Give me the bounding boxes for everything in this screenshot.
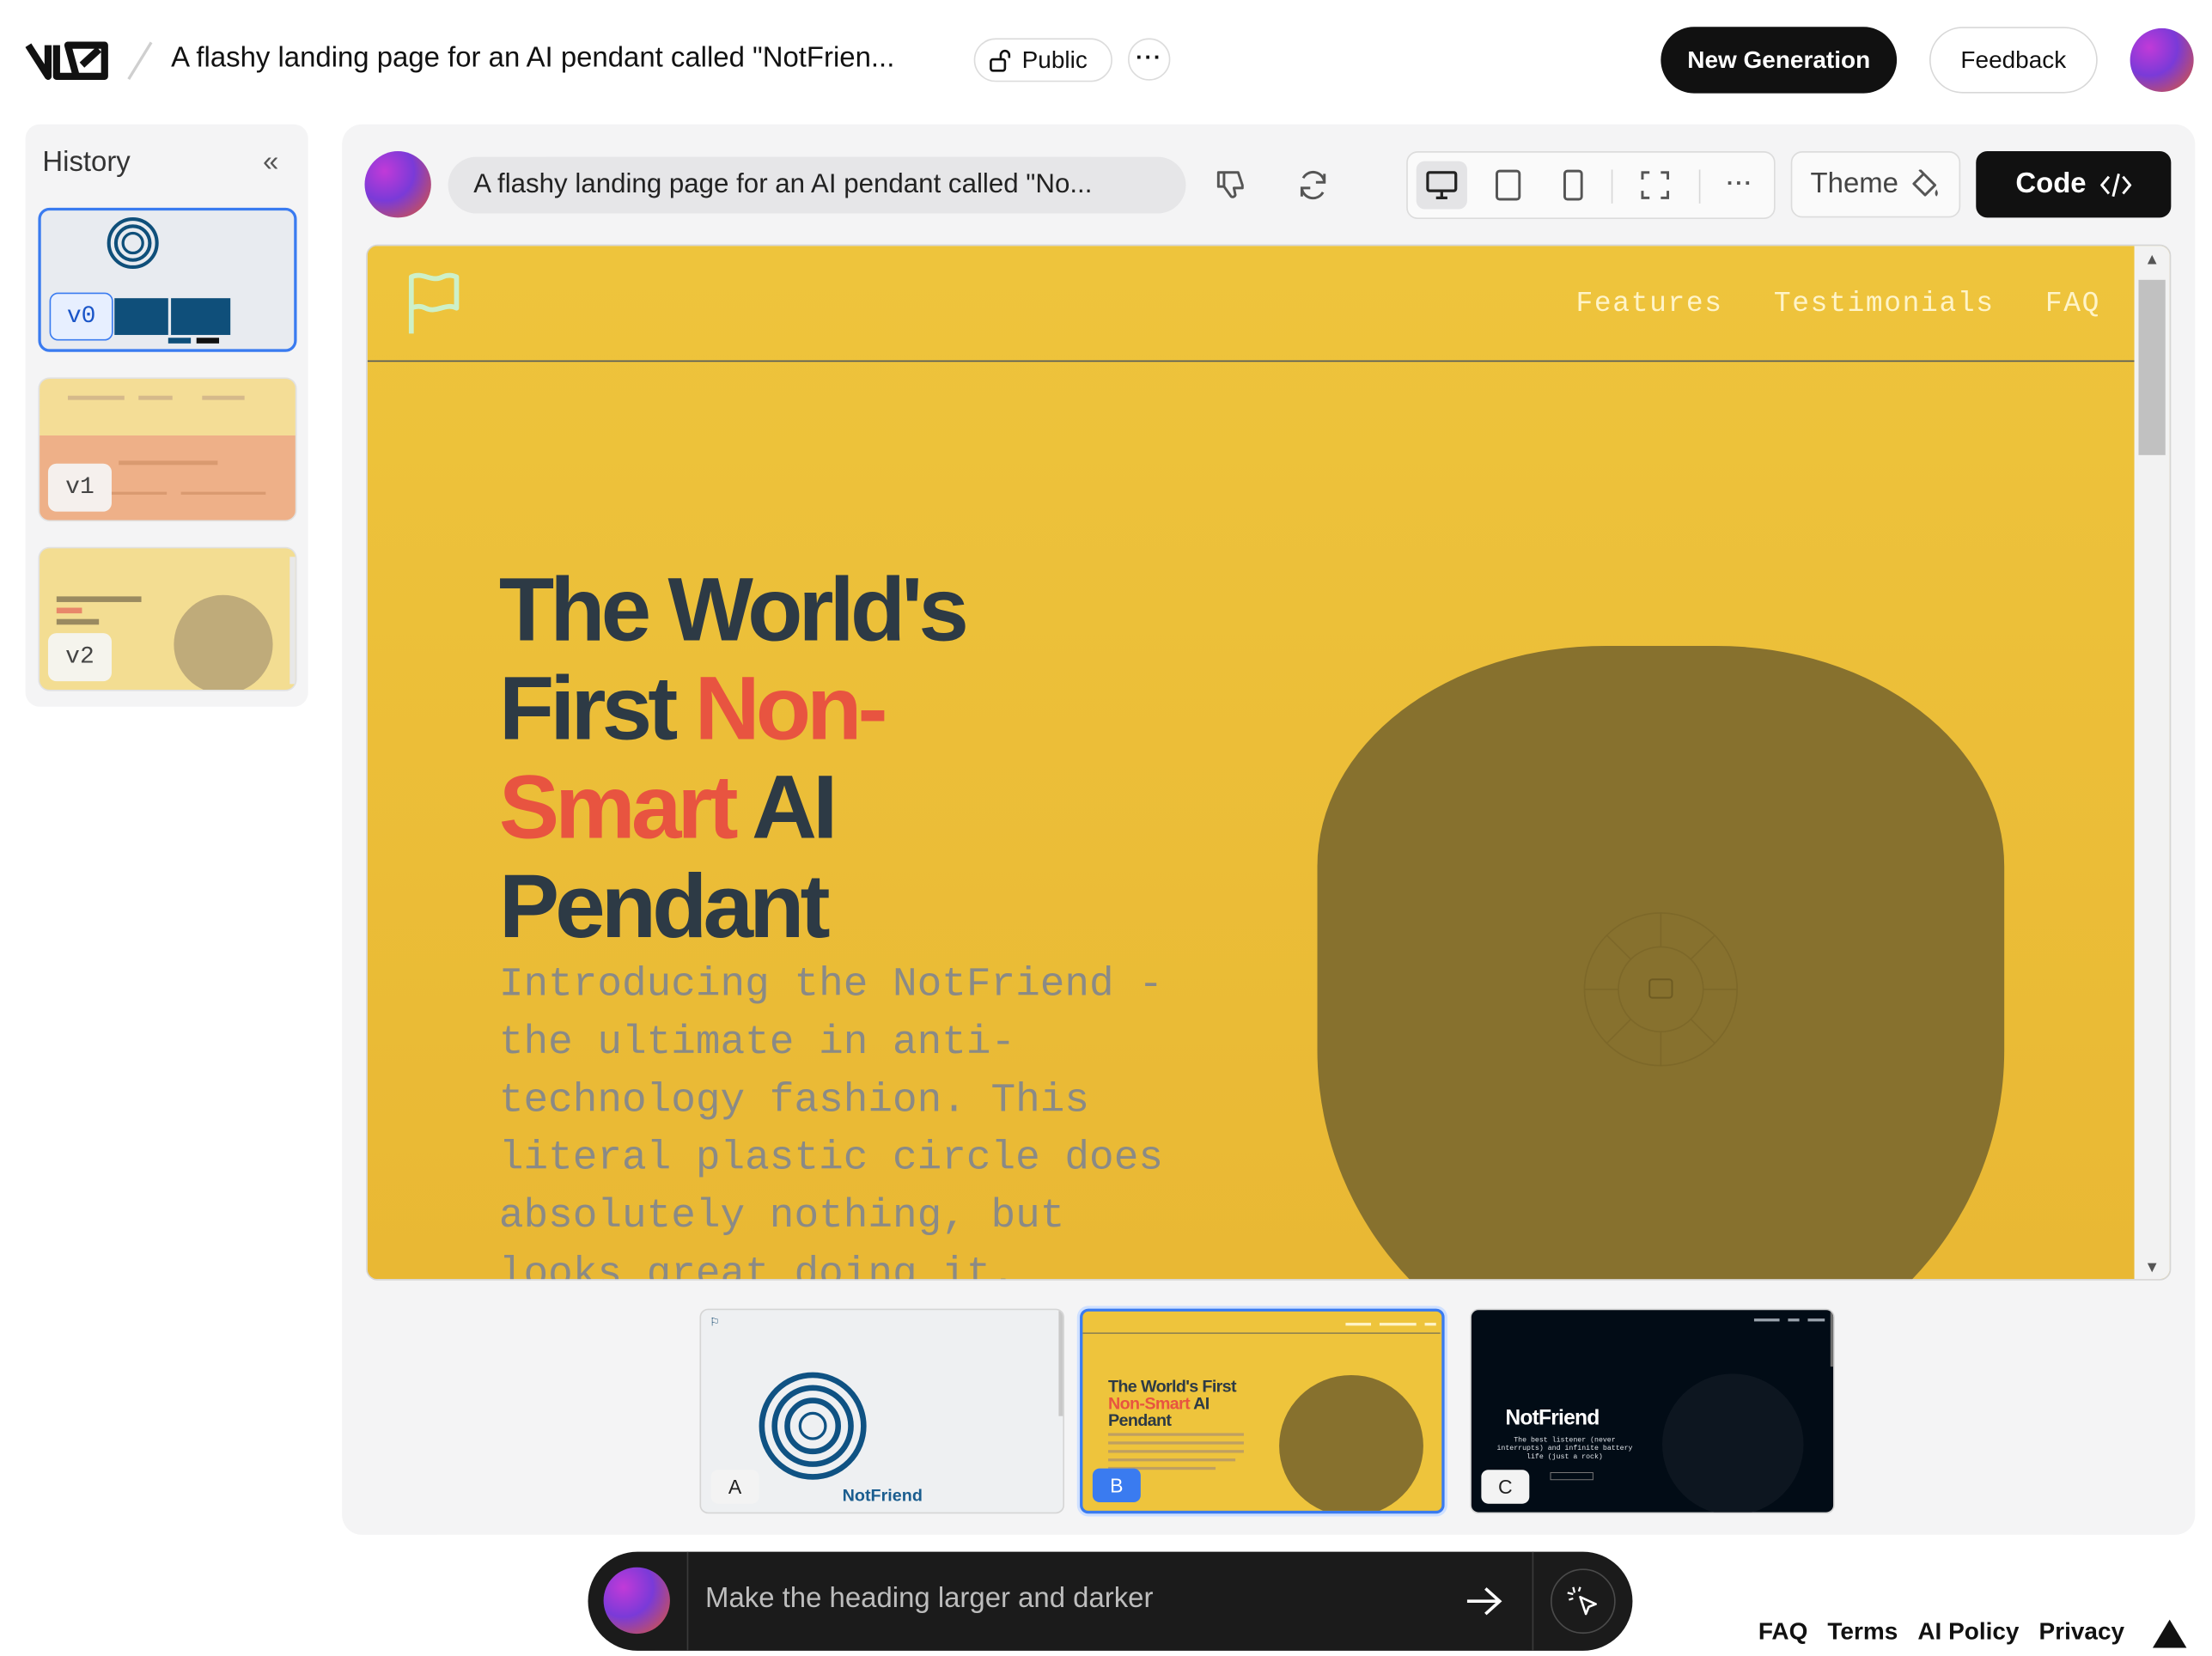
heading-text: Pendant	[1107, 1410, 1172, 1431]
variant-c[interactable]: NotFriend The best listener (never inter…	[1470, 1308, 1835, 1514]
variant-b-heading: The World's First Non-Smart AI Pendant	[1107, 1376, 1237, 1431]
preview-frame: Features Testimonials FAQ The World's Fi…	[366, 244, 2172, 1281]
thumbs-down-icon	[1216, 171, 1244, 198]
theme-label: Theme	[1810, 167, 1898, 200]
scroll-down-arrow[interactable]: ▼	[2144, 1259, 2160, 1276]
preview-heading: The World's First Non-Smart AI Pendant	[499, 560, 1093, 956]
unlock-icon	[990, 49, 1011, 71]
tablet-icon	[1495, 169, 1521, 201]
variant-label: A	[710, 1470, 759, 1504]
desktop-view-button[interactable]	[1416, 161, 1467, 210]
history-version-label: v0	[49, 292, 113, 341]
chat-avatar	[603, 1567, 670, 1635]
variant-a[interactable]: ⚐ NotFriend A	[699, 1308, 1064, 1514]
refresh-icon	[1300, 170, 1326, 200]
v0-logo[interactable]	[25, 37, 111, 85]
expand-icon	[1641, 171, 1670, 199]
preview-nav-testimonials[interactable]: Testimonials	[1774, 289, 1995, 321]
footer-ai-policy[interactable]: AI Policy	[1917, 1618, 2019, 1647]
divider	[686, 1551, 689, 1651]
vercel-logo-icon[interactable]	[2152, 1619, 2187, 1648]
footer-links: FAQ Terms AI Policy Privacy	[1758, 1618, 2124, 1647]
preview-hero-image	[1317, 645, 2005, 1280]
preview-nav-features[interactable]: Features	[1576, 289, 1723, 321]
more-view-options-button[interactable]: ···	[1715, 161, 1765, 210]
main-panel: A flashy landing page for an AI pendant …	[342, 124, 2196, 1535]
monitor-icon	[1426, 171, 1458, 200]
history-panel: History « v0 v1 v2	[25, 124, 308, 707]
top-bar: A flashy landing page for an AI pendant …	[0, 0, 2212, 119]
theme-button[interactable]: Theme	[1790, 151, 1961, 218]
history-version-label: v1	[47, 463, 112, 512]
prompt-text[interactable]: A flashy landing page for an AI pendant …	[448, 156, 1186, 214]
collapse-sidebar-button[interactable]: «	[263, 147, 278, 180]
code-button[interactable]: Code	[1976, 151, 2172, 218]
user-avatar[interactable]	[2130, 27, 2194, 92]
history-item-v2[interactable]: v2	[38, 546, 297, 691]
history-item-v0[interactable]: v0	[38, 207, 297, 352]
code-label: Code	[2015, 167, 2087, 200]
tablet-view-button[interactable]	[1483, 161, 1533, 210]
footer-privacy[interactable]: Privacy	[2039, 1618, 2125, 1647]
fullscreen-button[interactable]	[1630, 161, 1680, 210]
preview-nav-links: Features Testimonials FAQ	[1576, 289, 2101, 321]
footer-terms[interactable]: Terms	[1827, 1618, 1898, 1647]
pointer-select-icon	[1567, 1586, 1597, 1616]
visibility-button[interactable]: Public	[973, 38, 1112, 82]
prompt-avatar	[364, 151, 431, 218]
send-button[interactable]	[1459, 1576, 1509, 1627]
variant-label: B	[1092, 1468, 1141, 1503]
preview-nav-faq[interactable]: FAQ	[2045, 289, 2100, 321]
regenerate-button[interactable]	[1288, 160, 1338, 210]
divider	[1698, 169, 1701, 204]
chevrons-left-icon: «	[263, 147, 279, 179]
history-version-label: v2	[47, 633, 112, 682]
arrow-right-icon	[1466, 1587, 1502, 1616]
ellipsis-icon: ···	[1726, 172, 1754, 197]
history-item-v1[interactable]: v1	[38, 377, 297, 522]
select-element-button[interactable]	[1551, 1568, 1616, 1635]
image-placeholder-icon	[1583, 912, 1739, 1067]
variant-a-brand: NotFriend	[842, 1485, 923, 1506]
chat-bar: Make the heading larger and darker	[588, 1551, 1633, 1651]
ellipsis-icon: ···	[1136, 46, 1163, 71]
feedback-button[interactable]: Feedback	[1929, 27, 2098, 94]
phone-icon	[1563, 169, 1583, 201]
more-options-button[interactable]: ···	[1128, 38, 1171, 81]
variant-c-brand: NotFriend	[1505, 1406, 1600, 1431]
preview-scrollbar[interactable]: ▲ ▼	[2134, 246, 2170, 1280]
footer-faq[interactable]: FAQ	[1758, 1618, 1808, 1647]
variant-b[interactable]: The World's First Non-Smart AI Pendant B	[1080, 1308, 1445, 1514]
breadcrumb-separator	[127, 41, 153, 81]
project-title[interactable]: A flashy landing page for an AI pendant …	[171, 42, 894, 75]
preview-description: Introducing the NotFriend - the ultimate…	[498, 960, 1163, 1281]
divider	[1611, 169, 1613, 204]
new-generation-button[interactable]: New Generation	[1661, 27, 1898, 94]
heading-text: AI	[1193, 1393, 1210, 1414]
chat-input[interactable]: Make the heading larger and darker	[705, 1583, 1153, 1616]
flag-icon[interactable]	[405, 271, 462, 337]
scrollbar-thumb[interactable]	[2138, 279, 2166, 455]
preview-navbar: Features Testimonials FAQ	[367, 246, 2135, 362]
viewport-toolbar: ···	[1406, 151, 1776, 220]
code-icon	[2100, 173, 2132, 197]
mobile-view-button[interactable]	[1548, 161, 1599, 210]
divider	[1532, 1551, 1534, 1651]
visibility-label: Public	[1021, 46, 1088, 73]
history-title: History	[42, 147, 131, 179]
app-root: A flashy landing page for an AI pendant …	[0, 0, 2212, 1656]
thumbs-down-button[interactable]	[1206, 160, 1257, 210]
heading-text: The World's First	[1107, 1376, 1237, 1397]
svg-text:⚐: ⚐	[710, 1316, 720, 1329]
paint-bucket-icon	[1912, 168, 1939, 196]
variant-c-tagline: The best listener (never interrupts) and…	[1496, 1435, 1633, 1462]
scroll-up-arrow[interactable]: ▲	[2144, 252, 2160, 269]
variant-label: C	[1481, 1470, 1530, 1504]
